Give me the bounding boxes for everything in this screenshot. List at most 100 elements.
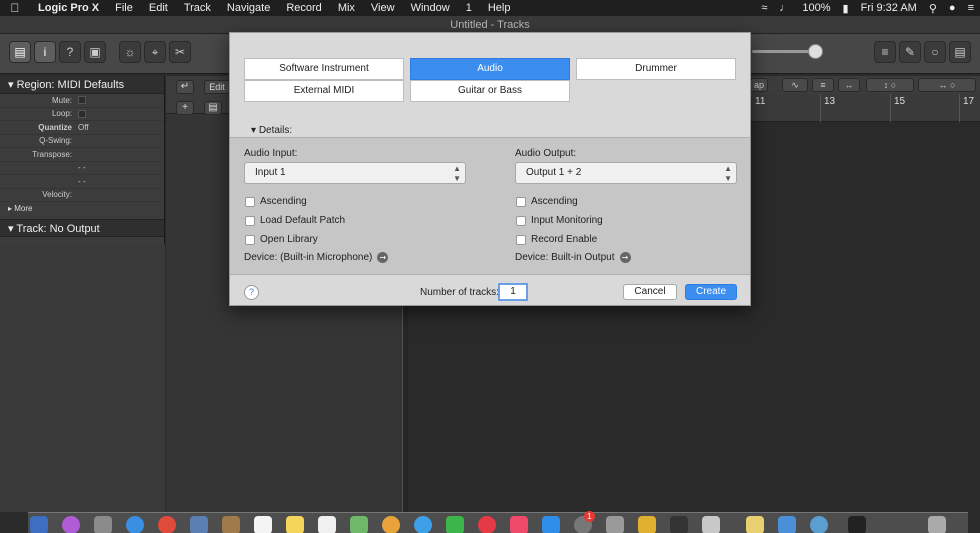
quick-help-icon[interactable]: ? [59,41,81,63]
loop-browser-icon[interactable]: ○ [924,41,946,63]
inspector-row-blank-2[interactable]: - - [0,175,164,189]
script-icon[interactable] [638,516,656,533]
inspector-row-mute[interactable]: Mute: [0,94,164,108]
document-icon[interactable] [848,516,866,533]
downloads-icon[interactable] [810,516,828,533]
editors-icon[interactable]: ✂ [169,41,191,63]
record-enable-checkbox[interactable]: Record Enable [516,234,597,245]
facetime-icon[interactable] [446,516,464,533]
details-disclosure[interactable]: ▾ Details: [251,125,292,136]
menu-track[interactable]: Track [176,2,219,14]
mail-icon[interactable] [190,516,208,533]
inspector-row-velocity[interactable]: Velocity: [0,189,164,202]
music-icon[interactable] [510,516,528,533]
menu-record[interactable]: Record [278,2,329,14]
track-header[interactable]: ▾ Track: No Output [0,219,164,237]
clock[interactable]: Fri 9:32 AM [855,2,923,14]
menu-view[interactable]: View [363,2,403,14]
horizontal-zoom-slider[interactable]: ↔ ○ [918,78,976,92]
help-button[interactable]: ? [244,285,259,300]
duplicate-track-icon[interactable]: ▤ [204,101,222,115]
quantize-value[interactable]: Off [75,123,164,132]
spotlight-icon[interactable]: ⚲ [923,2,943,15]
menu-help[interactable]: Help [480,2,519,14]
inspector-row-quantize[interactable]: Quantize Off [0,121,164,135]
preview-icon[interactable] [778,516,796,533]
mute-checkbox[interactable] [78,96,86,105]
type-external-midi[interactable]: External MIDI [244,80,404,102]
volume-icon[interactable]: ♩ [773,2,796,14]
menu-navigate[interactable]: Navigate [219,2,278,14]
trash-icon[interactable] [928,516,946,533]
messages-icon[interactable] [414,516,432,533]
region-header[interactable]: ▾ Region: MIDI Defaults [0,76,164,94]
snap-menu[interactable]: ap [750,78,768,92]
reminders-icon[interactable] [318,516,336,533]
checkbox-box[interactable] [516,234,526,245]
row-value[interactable]: - - [75,177,164,186]
cancel-button[interactable]: Cancel [623,284,677,300]
inspector-row-qswing[interactable]: Q-Swing: [0,135,164,148]
notepad-icon[interactable]: ✎ [899,41,921,63]
menu-file[interactable]: File [107,2,141,14]
left-ascending-checkbox[interactable]: Ascending [245,196,307,207]
toolbar-toggle-icon[interactable]: ▣ [84,41,106,63]
horizontal-fit-icon[interactable]: ↔ [838,78,860,92]
type-software-instrument[interactable]: Software Instrument [244,58,404,80]
inspector-row-transpose[interactable]: Transpose: [0,148,164,162]
safari-icon[interactable] [126,516,144,533]
input-monitoring-checkbox[interactable]: Input Monitoring [516,215,603,226]
inspector-row-loop[interactable]: Loop: [0,108,164,121]
system-preferences-icon[interactable]: 1 [574,511,595,533]
notification-center-icon[interactable]: ≡ [962,2,980,14]
vertical-fit-icon[interactable]: ≡ [812,78,834,92]
logic-pro-icon[interactable] [670,516,688,533]
input-device-arrow-icon[interactable]: ➞ [377,252,389,263]
siri-icon[interactable] [62,516,80,533]
edit-menu-button[interactable]: Edit [204,80,230,94]
inspector-row-blank-1[interactable]: - - [0,162,164,175]
library-icon[interactable]: ▤ [9,41,31,63]
chrome-icon[interactable] [158,516,176,533]
checkbox-box[interactable] [245,196,255,207]
user-icon[interactable]: ● [943,2,962,14]
apple-menu-icon[interactable]:  [0,1,30,15]
help-icon[interactable] [702,516,720,533]
maps-icon[interactable] [350,516,368,533]
type-drummer[interactable]: Drummer [576,58,736,80]
stickies-icon[interactable] [746,516,764,533]
smart-controls-icon[interactable]: ☼ [119,41,141,63]
audio-input-popup[interactable]: Input 1 ▲ ▼ [244,162,466,184]
calendar-icon[interactable] [254,516,272,533]
output-device-arrow-icon[interactable]: ➞ [619,252,631,263]
create-button[interactable]: Create [685,284,737,300]
vertical-zoom-slider[interactable]: ↕ ○ [866,78,914,92]
notes-icon[interactable] [286,516,304,533]
mixer-icon[interactable]: ⌖ [144,41,166,63]
menu-1[interactable]: 1 [458,2,480,14]
menu-mix[interactable]: Mix [330,2,363,14]
row-value[interactable]: - - [75,163,164,172]
checkbox-box[interactable] [516,196,526,207]
news-icon[interactable] [478,516,496,533]
more-disclosure[interactable]: ▸ More [0,202,164,216]
menu-edit[interactable]: Edit [141,2,176,14]
wifi-icon[interactable]: ≈ [755,2,773,14]
menu-app[interactable]: Logic Pro X [30,2,107,14]
loop-checkbox[interactable] [78,109,86,118]
checkbox-box[interactable] [245,215,255,226]
master-volume-knob[interactable] [808,44,823,59]
back-arrow-icon[interactable]: ↵ [176,80,194,94]
app-store-icon[interactable] [542,516,560,533]
battery-percent[interactable]: 100% [796,2,836,14]
right-ascending-checkbox[interactable]: Ascending [516,196,578,207]
number-of-tracks-input[interactable]: 1 [498,283,528,301]
photos-icon[interactable] [382,516,400,533]
open-library-checkbox[interactable]: Open Library [245,234,318,245]
list-editors-icon[interactable]: ≡ [874,41,896,63]
launchpad-icon[interactable] [94,516,112,533]
type-audio[interactable]: Audio [410,58,570,80]
checkbox-box[interactable] [516,215,526,226]
utility-icon[interactable] [606,516,624,533]
browser-icon[interactable]: ▤ [949,41,971,63]
